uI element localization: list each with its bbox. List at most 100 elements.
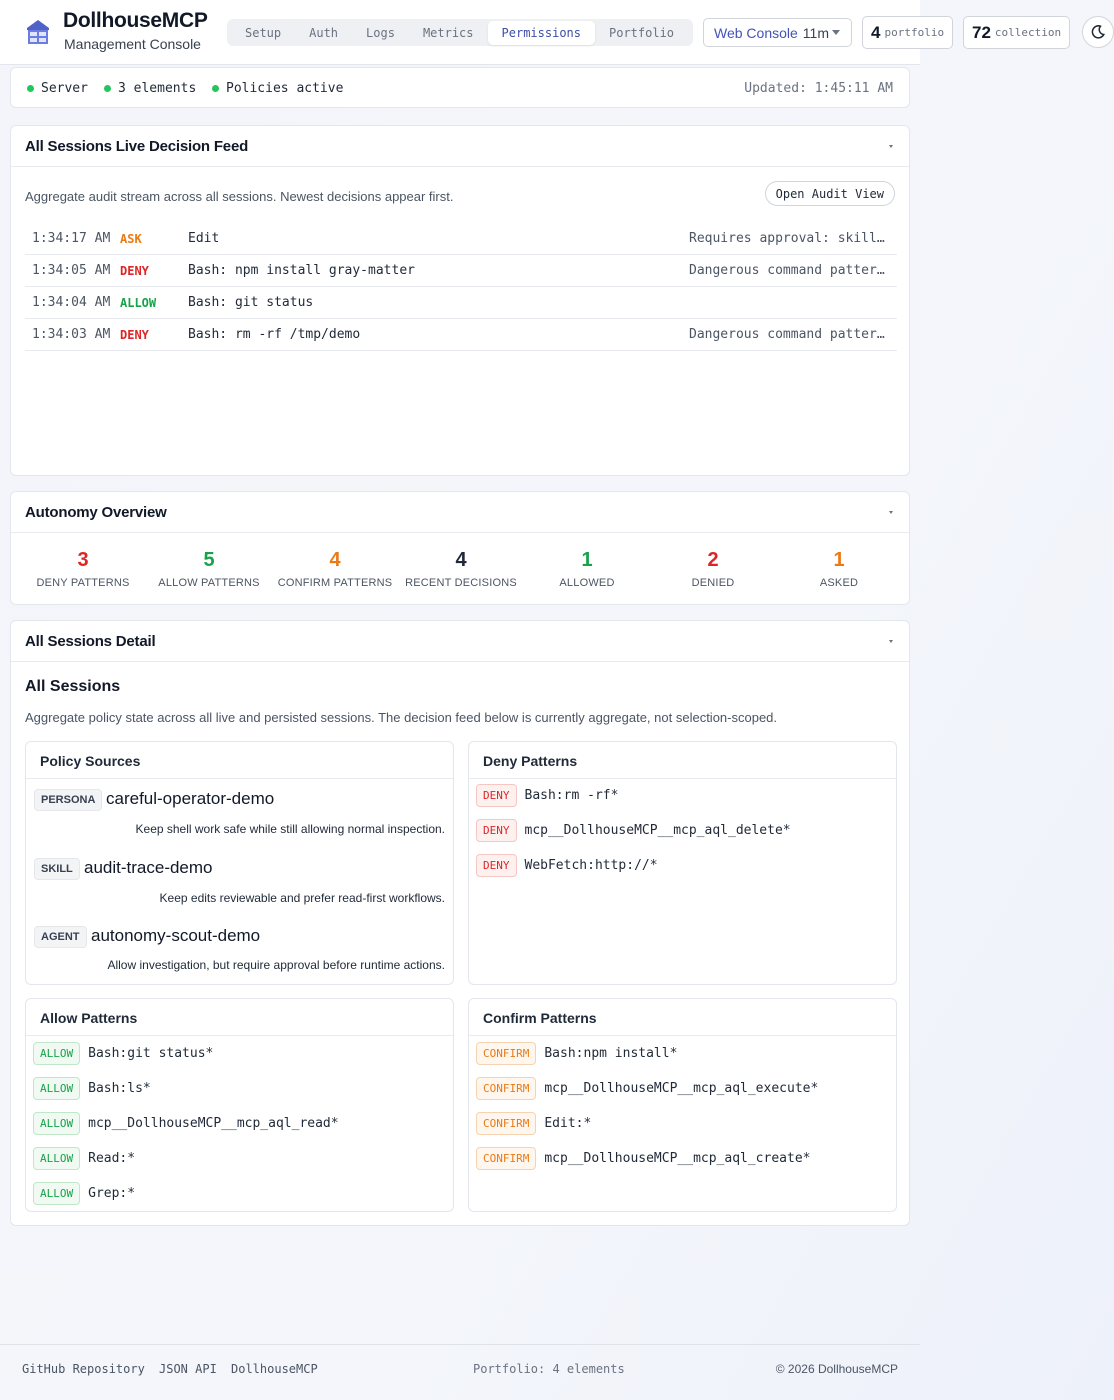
tab-logs[interactable]: Logs: [352, 21, 409, 45]
policy-source-item[interactable]: SKILL audit-trace-demo Keep edits review…: [34, 858, 445, 908]
pattern-text: Edit:*: [544, 1116, 592, 1131]
footer-link-json-api[interactable]: JSON API: [159, 1362, 217, 1376]
tab-permissions[interactable]: Permissions: [487, 20, 595, 45]
console-name: Web Console: [714, 24, 798, 41]
moon-icon: [1091, 25, 1105, 39]
status-server: Server: [27, 81, 88, 96]
pattern-text: Bash:ls*: [88, 1081, 151, 1096]
collection-count: 72: [972, 22, 991, 42]
allow-tag: ALLOW: [33, 1112, 81, 1135]
confirm-patterns-header: Confirm Patterns: [469, 999, 896, 1036]
confirm-tag: CONFIRM: [476, 1077, 537, 1100]
open-audit-view-button[interactable]: Open Audit View: [764, 181, 895, 206]
pattern-text: WebFetch:http://*: [524, 858, 658, 873]
status-elements: 3 elements: [104, 81, 196, 96]
portfolio-count: 4: [871, 22, 881, 42]
allow-pattern-row[interactable]: ALLOW Grep:*: [33, 1182, 135, 1205]
updated-timestamp: Updated: 1:45:11 AM: [744, 81, 893, 96]
footer-portfolio-count: Portfolio: 4 elements: [473, 1362, 625, 1376]
feed-description: Aggregate audit stream across all sessio…: [25, 189, 454, 204]
deny-patterns-card: Deny Patterns DENY Bash:rm -rf* DENY mcp…: [468, 741, 897, 985]
live-decision-feed-panel: All Sessions Live Decision Feed Aggregat…: [10, 125, 910, 476]
page-footer: GitHub Repository JSON API DollhouseMCP …: [0, 1344, 920, 1400]
pattern-text: Read:*: [88, 1151, 136, 1166]
policy-sources-header: Policy Sources: [26, 742, 453, 779]
top-header: DollhouseMCP Management Console Setup Au…: [0, 0, 920, 65]
status-policies: Policies active: [212, 81, 343, 96]
status-elements-label: 3 elements: [118, 81, 197, 96]
deny-tag: DENY: [476, 854, 517, 877]
status-bar: Server 3 elements Policies active Update…: [10, 67, 910, 108]
server-status-dot: [27, 85, 34, 92]
stat-allowed: 1 ALLOWED: [524, 549, 650, 589]
feed-time: 1:34:05 AM: [32, 263, 111, 278]
feed-panel-header[interactable]: All Sessions Live Decision Feed: [11, 126, 909, 167]
stat-deny-patterns: 3 DENY PATTERNS: [20, 549, 146, 589]
pattern-text: mcp__DollhouseMCP__mcp_aql_delete*: [524, 823, 791, 838]
feed-panel-title: All Sessions Live Decision Feed: [25, 138, 249, 155]
deny-pattern-row[interactable]: DENY Bash:rm -rf*: [476, 784, 618, 807]
tab-metrics[interactable]: Metrics: [409, 21, 488, 45]
dollhouse-logo-icon: [27, 20, 49, 44]
allow-pattern-row[interactable]: ALLOW Read:*: [33, 1147, 135, 1170]
feed-row[interactable]: 1:34:17 AM ASK Edit Requires approval: s…: [25, 223, 897, 255]
pattern-text: Bash:npm install*: [544, 1046, 678, 1061]
source-type-tag: PERSONA: [34, 789, 103, 811]
feed-time: 1:34:17 AM: [32, 231, 111, 246]
feed-row[interactable]: 1:34:04 AM ALLOW Bash: git status: [25, 287, 897, 319]
detail-panel-title: All Sessions Detail: [25, 633, 156, 650]
policy-source-item[interactable]: AGENT autonomy-scout-demo Allow investig…: [34, 926, 445, 976]
confirm-tag: CONFIRM: [476, 1147, 537, 1170]
source-note: Keep edits reviewable and prefer read-fi…: [159, 891, 445, 905]
portfolio-count-badge[interactable]: 4 portfolio: [862, 16, 954, 49]
stat-value: 4: [329, 549, 341, 571]
deny-patterns-title: Deny Patterns: [483, 753, 578, 769]
allow-patterns-header: Allow Patterns: [26, 999, 453, 1036]
autonomy-overview-panel: Autonomy Overview 3 DENY PATTERNS 5 ALLO…: [10, 491, 910, 605]
source-name: careful-operator-demo: [106, 789, 275, 808]
collapse-caret-icon: [889, 145, 893, 148]
confirm-pattern-row[interactable]: CONFIRM mcp__DollhouseMCP__mcp_aql_creat…: [476, 1147, 810, 1170]
tab-setup[interactable]: Setup: [231, 21, 295, 45]
source-note: Allow investigation, but require approva…: [107, 958, 445, 972]
feed-row[interactable]: 1:34:05 AM DENY Bash: npm install gray-m…: [25, 255, 897, 287]
pattern-text: Bash:rm -rf*: [524, 788, 619, 803]
deny-pattern-row[interactable]: DENY mcp__DollhouseMCP__mcp_aql_delete*: [476, 819, 791, 842]
feed-action: Bash: git status: [188, 295, 314, 310]
confirm-pattern-row[interactable]: CONFIRM Bash:npm install*: [476, 1042, 677, 1065]
all-sessions-detail-panel: All Sessions Detail All Sessions Aggrega…: [10, 620, 910, 1226]
tab-portfolio[interactable]: Portfolio: [595, 21, 688, 45]
stat-value: 2: [707, 549, 719, 571]
footer-copyright: © 2026 DollhouseMCP: [775, 1362, 898, 1376]
feed-reason: Requires approval: skill '…: [689, 231, 889, 246]
collapse-caret-icon: [889, 511, 893, 514]
allow-pattern-row[interactable]: ALLOW Bash:git status*: [33, 1042, 213, 1065]
allow-patterns-card: Allow Patterns ALLOW Bash:git status* AL…: [25, 998, 454, 1212]
confirm-pattern-row[interactable]: CONFIRM mcp__DollhouseMCP__mcp_aql_execu…: [476, 1077, 818, 1100]
autonomy-panel-header[interactable]: Autonomy Overview: [11, 492, 909, 533]
allow-pattern-row[interactable]: ALLOW Bash:ls*: [33, 1077, 151, 1100]
allow-tag: ALLOW: [33, 1147, 81, 1170]
feed-reason: Dangerous command pattern:…: [689, 327, 889, 342]
policy-source-item[interactable]: PERSONA careful-operator-demo Keep shell…: [34, 789, 445, 839]
feed-row[interactable]: 1:34:03 AM DENY Bash: rm -rf /tmp/demo D…: [25, 319, 897, 351]
deny-patterns-header: Deny Patterns: [469, 742, 896, 779]
allow-pattern-row[interactable]: ALLOW mcp__DollhouseMCP__mcp_aql_read*: [33, 1112, 339, 1135]
main-tabs: Setup Auth Logs Metrics Permissions Port…: [227, 19, 693, 46]
tab-auth[interactable]: Auth: [295, 21, 352, 45]
footer-link-dollhousemcp[interactable]: DollhouseMCP: [231, 1362, 318, 1376]
feed-decision: ASK: [120, 232, 142, 246]
detail-panel-header[interactable]: All Sessions Detail: [11, 621, 909, 662]
collapse-caret-icon: [889, 640, 893, 643]
confirm-patterns-card: Confirm Patterns CONFIRM Bash:npm instal…: [468, 998, 897, 1212]
theme-toggle-button[interactable]: [1082, 16, 1114, 48]
footer-link-github[interactable]: GitHub Repository: [22, 1362, 145, 1376]
deny-pattern-row[interactable]: DENY WebFetch:http://*: [476, 854, 658, 877]
stat-label: ALLOWED: [559, 577, 615, 589]
confirm-patterns-title: Confirm Patterns: [483, 1010, 597, 1026]
confirm-pattern-row[interactable]: CONFIRM Edit:*: [476, 1112, 591, 1135]
pattern-text: mcp__DollhouseMCP__mcp_aql_execute*: [544, 1081, 819, 1096]
deny-tag: DENY: [476, 784, 517, 807]
console-session-select[interactable]: Web Console 11m: [703, 18, 852, 47]
collection-count-badge[interactable]: 72 collection: [963, 16, 1071, 49]
